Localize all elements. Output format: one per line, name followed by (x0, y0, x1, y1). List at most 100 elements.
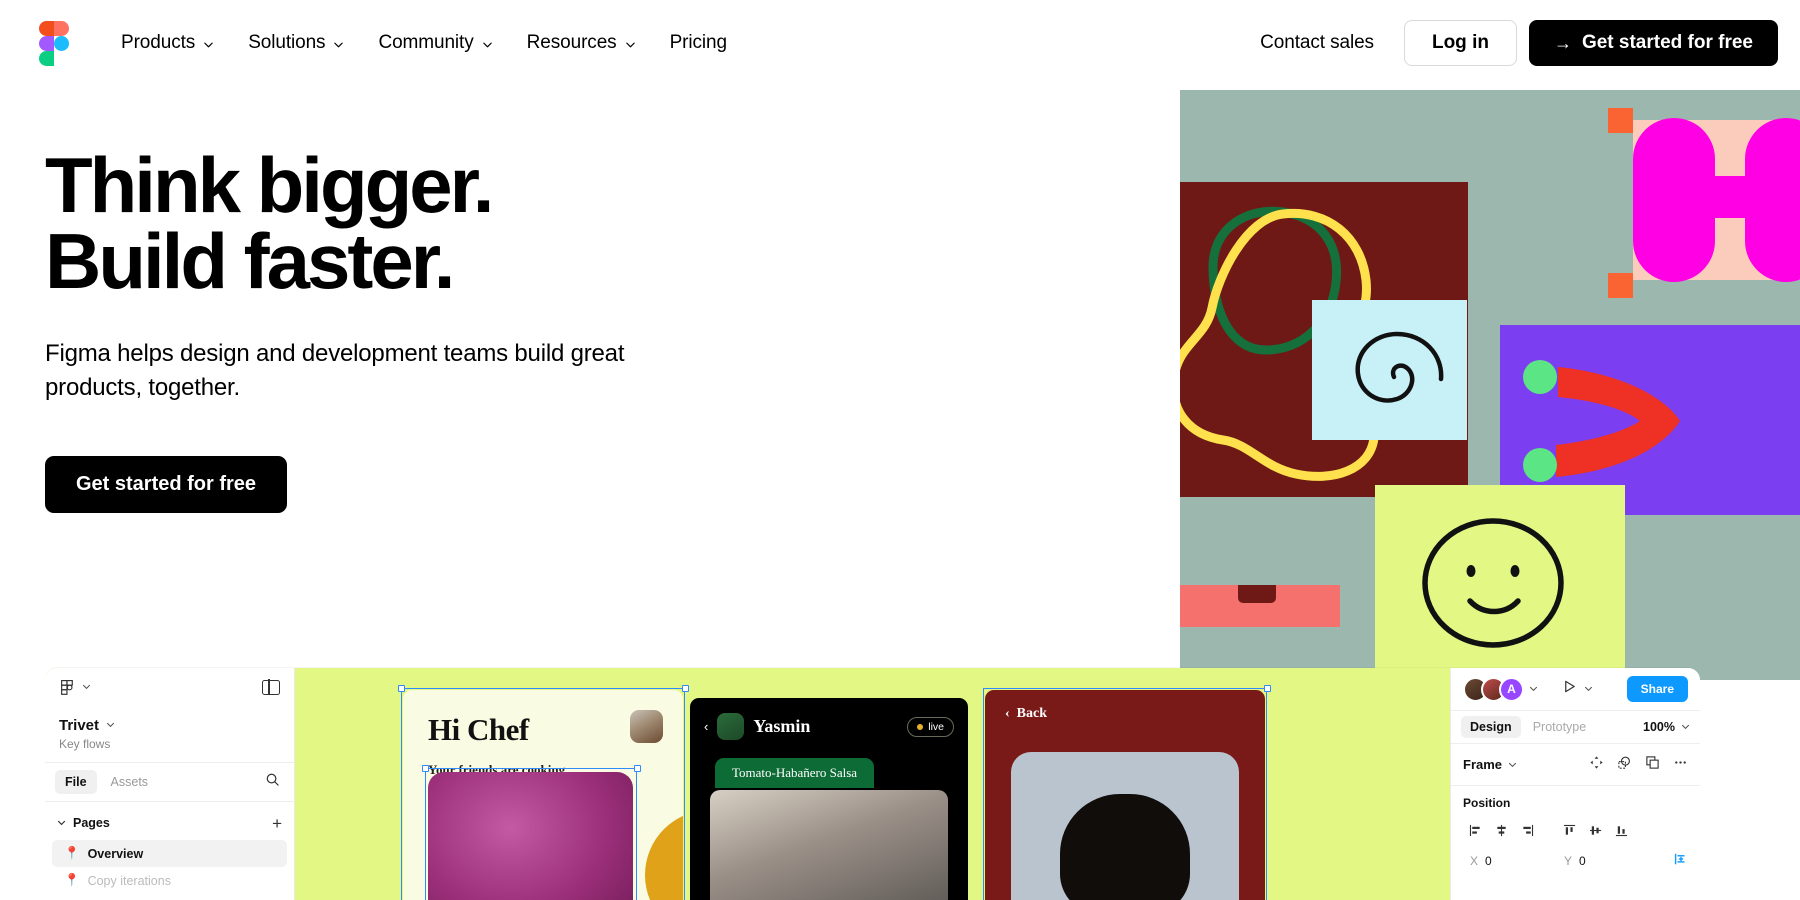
move-tool-icon[interactable] (1589, 755, 1604, 775)
zoom-level-selector[interactable]: 100% (1643, 720, 1690, 734)
nav-item-solutions[interactable]: Solutions (231, 24, 361, 62)
position-fields: X 0 Y 0 (1451, 841, 1700, 872)
avatar[interactable]: A (1499, 676, 1524, 702)
tab-design[interactable]: Design (1461, 716, 1521, 738)
align-left-icon[interactable] (1463, 819, 1487, 841)
toggle-panel-icon[interactable] (262, 678, 280, 696)
nav-item-label: Products (121, 32, 196, 53)
frame-type-selector[interactable]: Frame (1463, 757, 1517, 772)
hair-shape (1060, 794, 1190, 900)
present-play-icon[interactable] (1562, 679, 1577, 699)
y-label: Y (1564, 854, 1573, 868)
back-button[interactable]: ‹ Back (985, 690, 1265, 722)
duplicate-icon[interactable] (1645, 755, 1660, 775)
selection-handle[interactable] (422, 765, 429, 772)
share-button[interactable]: Share (1626, 676, 1688, 702)
align-center-horizontal-icon[interactable] (1489, 819, 1513, 841)
logo-shape-bottom-left (39, 51, 54, 66)
headline-line-2: Build faster. (45, 216, 455, 305)
selection-handle[interactable] (634, 765, 641, 772)
x-value: 0 (1485, 854, 1492, 868)
nav-right-group: Contact sales Log in → Get started for f… (1244, 20, 1800, 66)
add-page-icon[interactable]: + (272, 815, 282, 832)
alignment-controls (1451, 810, 1700, 841)
editor-main-menu-button[interactable] (59, 678, 91, 696)
spiral-doodle-icon (1355, 331, 1444, 403)
more-options-icon[interactable] (1673, 755, 1688, 775)
figma-homepage: Products Solutions Community Resources P… (0, 0, 1800, 900)
align-right-icon[interactable] (1515, 819, 1539, 841)
get-started-button-label: Get started for free (1581, 32, 1753, 53)
nav-menu: Products Solutions Community Resources P… (104, 24, 744, 62)
page-item-copy-iterations[interactable]: 📍 Copy iterations (52, 867, 287, 894)
position-section-label: Position (1463, 796, 1511, 810)
logo-shape-mid-left (39, 36, 54, 51)
nav-item-label: Resources (526, 32, 617, 53)
collaborator-avatars[interactable]: A (1463, 676, 1538, 702)
dark-notch-shape (1238, 585, 1276, 603)
nav-item-pricing[interactable]: Pricing (653, 24, 744, 62)
frame-label: Frame (1463, 757, 1503, 772)
back-chevron-icon: ‹ (1005, 706, 1010, 721)
tab-file[interactable]: File (55, 770, 97, 794)
page-item-label: Overview (87, 846, 144, 861)
pages-label: Pages (73, 816, 110, 830)
live-label: live (928, 720, 944, 733)
orange-selection-handle (1608, 273, 1633, 298)
file-subtitle: Key flows (59, 737, 111, 751)
contact-sales-link[interactable]: Contact sales (1244, 24, 1390, 62)
frame-section-header: Frame (1451, 744, 1700, 786)
tab-assets[interactable]: Assets (101, 770, 159, 794)
nav-item-community[interactable]: Community (361, 24, 509, 62)
tab-prototype[interactable]: Prototype (1524, 716, 1596, 738)
nav-item-resources[interactable]: Resources (510, 24, 653, 62)
pages-section-header[interactable]: Pages + (45, 806, 294, 840)
hero-get-started-button[interactable]: Get started for free (45, 456, 288, 514)
nav-item-label: Community (378, 32, 474, 53)
orange-circle-image (645, 810, 683, 900)
back-chevron-icon[interactable]: ‹ (704, 719, 708, 734)
headline-line-1: Think bigger. (45, 141, 494, 229)
food-image (428, 772, 633, 900)
search-icon[interactable] (265, 772, 280, 792)
status-badge: live (907, 716, 954, 737)
design-card-profile[interactable]: ‹ Back (985, 690, 1265, 900)
profile-photo (1011, 752, 1239, 900)
nav-item-products[interactable]: Products (104, 24, 231, 62)
stream-host-name: Yasmin (753, 716, 811, 736)
editor-canvas[interactable]: Hi Chef Your friends are cooking ‹ Yasmi… (295, 668, 1450, 900)
y-position-input[interactable]: Y 0 (1557, 850, 1645, 872)
figma-mark-icon (59, 679, 76, 696)
figma-logo-link[interactable] (26, 21, 82, 66)
figma-logo-icon (39, 21, 69, 66)
top-navigation-bar: Products Solutions Community Resources P… (0, 0, 1800, 86)
log-in-button[interactable]: Log in (1403, 20, 1517, 66)
hero-subheading: Figma helps design and development teams… (45, 340, 625, 401)
magenta-letter-bar (1695, 176, 1800, 218)
selection-handle[interactable] (398, 685, 405, 692)
chevron-down-icon[interactable] (1529, 680, 1538, 698)
align-top-icon[interactable] (1557, 819, 1581, 841)
file-name: Trivet (59, 716, 100, 734)
page-item-label: Copy iterations (87, 873, 171, 888)
selection-handle[interactable] (1264, 685, 1271, 692)
pin-icon: 📍 (64, 873, 80, 887)
mask-icon[interactable] (1617, 755, 1632, 775)
align-bottom-icon[interactable] (1609, 819, 1633, 841)
nav-item-label: Pricing (669, 32, 727, 53)
chevron-down-icon[interactable] (1584, 680, 1593, 698)
align-middle-vertical-icon[interactable] (1583, 819, 1607, 841)
chevron-down-icon (333, 39, 344, 50)
x-position-input[interactable]: X 0 (1463, 850, 1551, 872)
get-started-button[interactable]: → Get started for free (1528, 20, 1778, 66)
page-item-overview[interactable]: 📍 Overview (52, 840, 287, 867)
design-card-live-stream[interactable]: ‹ Yasmin live Tomato-Habañero Salsa (690, 698, 968, 900)
nav-left-group: Products Solutions Community Resources P… (0, 21, 744, 66)
live-dot-icon (917, 723, 924, 730)
design-card-home[interactable]: Hi Chef Your friends are cooking (403, 690, 683, 900)
chevron-down-icon (106, 716, 115, 734)
file-name-row[interactable]: Trivet (59, 716, 280, 734)
add-auto-layout-icon[interactable] (1674, 852, 1688, 871)
selection-handle[interactable] (682, 685, 689, 692)
arrow-right-icon: → (1553, 33, 1572, 53)
